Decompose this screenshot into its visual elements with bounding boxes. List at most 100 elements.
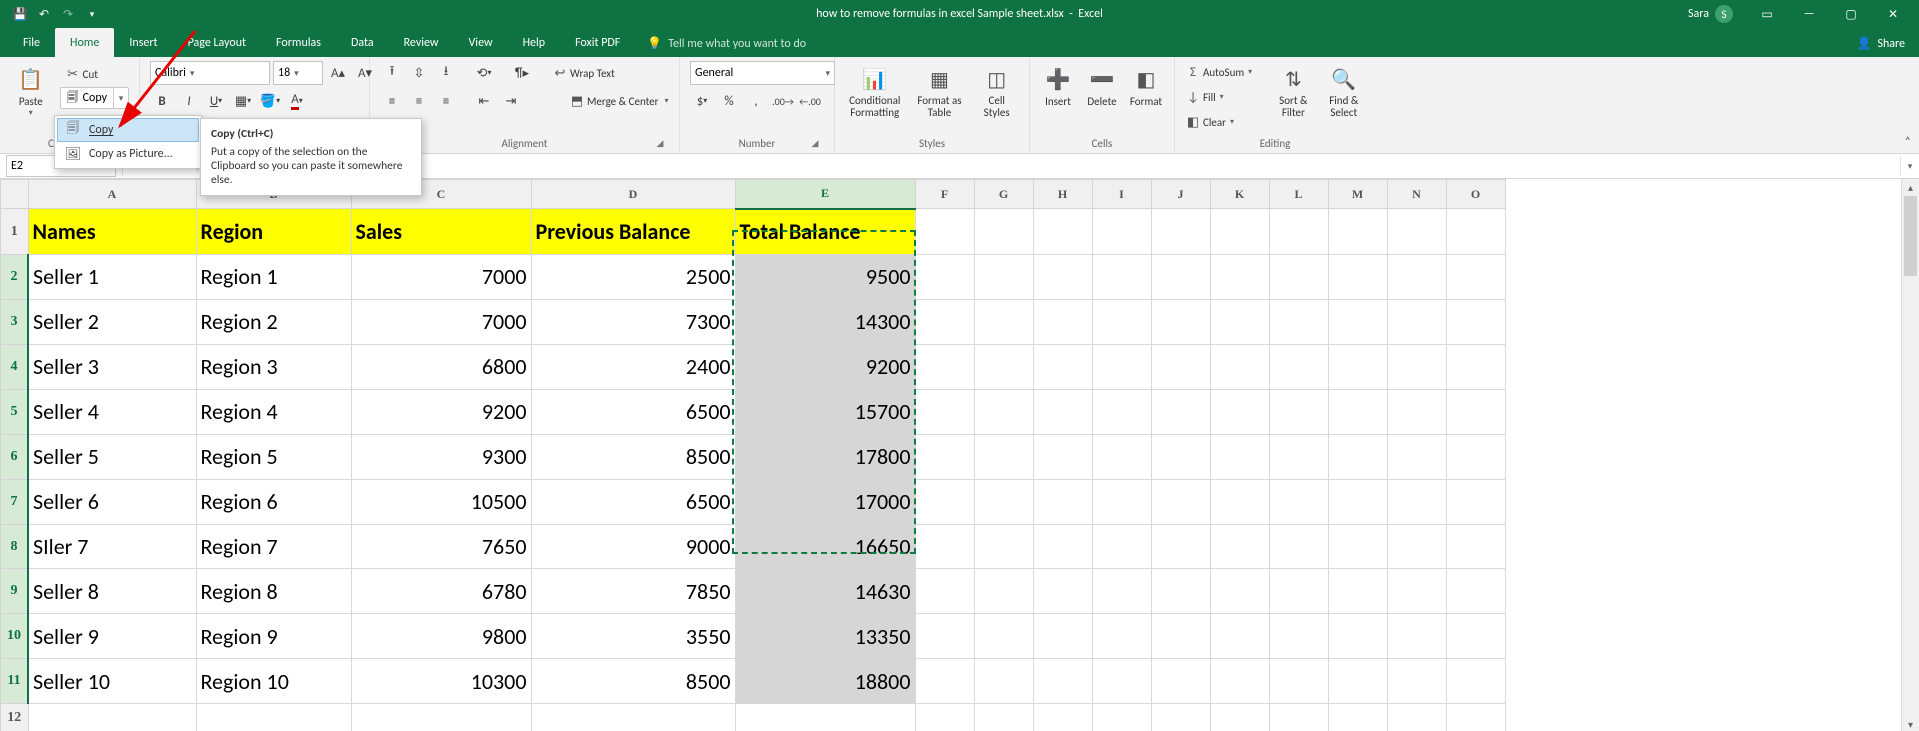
data-cell[interactable]: 6780: [351, 569, 531, 614]
data-cell[interactable]: Region 1: [196, 254, 351, 299]
empty-cell[interactable]: [1210, 569, 1269, 614]
data-cell[interactable]: 14630: [735, 569, 915, 614]
empty-cell[interactable]: [1092, 704, 1151, 731]
empty-cell[interactable]: [974, 659, 1033, 704]
empty-cell[interactable]: [1210, 299, 1269, 344]
empty-cell[interactable]: [1151, 704, 1210, 731]
empty-cell[interactable]: [1446, 209, 1505, 255]
empty-cell[interactable]: [974, 524, 1033, 569]
empty-cell[interactable]: [1446, 569, 1505, 614]
data-cell[interactable]: 16650: [735, 524, 915, 569]
empty-cell[interactable]: [1387, 299, 1446, 344]
save-button[interactable]: 💾: [8, 2, 32, 26]
empty-cell[interactable]: [915, 434, 974, 479]
formula-bar-expand[interactable]: ▾: [1900, 156, 1919, 176]
data-cell[interactable]: Region 9: [196, 614, 351, 659]
empty-cell[interactable]: [1151, 614, 1210, 659]
empty-cell[interactable]: [1092, 209, 1151, 255]
empty-cell[interactable]: [1151, 389, 1210, 434]
increase-indent-button[interactable]: ⇥: [499, 89, 523, 113]
italic-button[interactable]: I: [177, 89, 201, 113]
column-header-D[interactable]: D: [531, 180, 735, 209]
empty-cell[interactable]: [1210, 254, 1269, 299]
empty-cell[interactable]: [1210, 209, 1269, 255]
data-cell[interactable]: 9200: [351, 389, 531, 434]
empty-cell[interactable]: [1151, 299, 1210, 344]
empty-cell[interactable]: [1269, 344, 1328, 389]
empty-cell[interactable]: [1269, 299, 1328, 344]
empty-cell[interactable]: [1210, 704, 1269, 731]
increase-font-button[interactable]: A▴: [326, 61, 350, 85]
data-cell[interactable]: 7850: [531, 569, 735, 614]
empty-cell[interactable]: [1210, 434, 1269, 479]
data-cell[interactable]: 7300: [531, 299, 735, 344]
empty-cell[interactable]: [974, 704, 1033, 731]
data-cell[interactable]: 6800: [351, 344, 531, 389]
empty-cell[interactable]: [1151, 254, 1210, 299]
formula-input[interactable]: [211, 156, 1900, 176]
empty-cell[interactable]: [1269, 479, 1328, 524]
empty-cell[interactable]: [1387, 704, 1446, 731]
empty-cell[interactable]: [1033, 209, 1092, 255]
data-cell[interactable]: 9200: [735, 344, 915, 389]
currency-button[interactable]: $▾: [690, 89, 714, 113]
number-dialog-launcher[interactable]: ◢: [808, 136, 822, 150]
decrease-decimal-button[interactable]: ←.00: [798, 89, 822, 113]
tab-data[interactable]: Data: [336, 28, 389, 57]
data-cell[interactable]: 6500: [531, 389, 735, 434]
align-bottom-button[interactable]: ⭳: [434, 61, 458, 85]
empty-cell[interactable]: [1033, 299, 1092, 344]
empty-cell[interactable]: [1092, 659, 1151, 704]
empty-cell[interactable]: [1269, 569, 1328, 614]
empty-cell[interactable]: [1328, 569, 1387, 614]
data-cell[interactable]: Seller 4: [28, 389, 196, 434]
tab-page-layout[interactable]: Page Layout: [173, 28, 261, 57]
data-cell[interactable]: Seller 6: [28, 479, 196, 524]
data-cell[interactable]: 10300: [351, 659, 531, 704]
underline-button[interactable]: U▾: [204, 89, 228, 113]
column-header-E[interactable]: E: [735, 180, 915, 209]
empty-cell[interactable]: [1151, 569, 1210, 614]
row-header-8[interactable]: 8: [1, 524, 29, 569]
vertical-scrollbar[interactable]: ▴ ▾: [1901, 179, 1919, 731]
conditional-formatting-button[interactable]: 📊 Conditional Formatting: [845, 61, 904, 131]
empty-cell[interactable]: [1269, 524, 1328, 569]
empty-cell[interactable]: [1033, 704, 1092, 731]
empty-cell[interactable]: [1328, 659, 1387, 704]
format-as-table-button[interactable]: ▦ Format as Table: [912, 61, 966, 131]
empty-cell[interactable]: [1210, 524, 1269, 569]
tab-review[interactable]: Review: [389, 28, 454, 57]
empty-cell[interactable]: [1387, 524, 1446, 569]
data-cell[interactable]: 9800: [351, 614, 531, 659]
data-cell[interactable]: 17800: [735, 434, 915, 479]
empty-cell[interactable]: [1446, 434, 1505, 479]
data-cell[interactable]: Region 7: [196, 524, 351, 569]
tab-home[interactable]: Home: [55, 28, 114, 57]
empty-cell[interactable]: [1328, 524, 1387, 569]
align-top-button[interactable]: ⭱: [380, 61, 404, 85]
font-color-button[interactable]: A▾: [285, 89, 309, 113]
empty-cell[interactable]: [1328, 479, 1387, 524]
empty-cell[interactable]: [1151, 524, 1210, 569]
empty-cell[interactable]: [1328, 614, 1387, 659]
empty-cell[interactable]: [1210, 344, 1269, 389]
data-cell[interactable]: SIler 7: [28, 524, 196, 569]
empty-cell[interactable]: [1328, 209, 1387, 255]
paste-button[interactable]: 📋 Paste ▾: [10, 61, 52, 131]
empty-cell[interactable]: [1387, 659, 1446, 704]
data-cell[interactable]: Region 10: [196, 659, 351, 704]
data-cell[interactable]: 7650: [351, 524, 531, 569]
scroll-up-button[interactable]: ▴: [1902, 179, 1919, 196]
empty-cell[interactable]: [974, 299, 1033, 344]
empty-cell[interactable]: [1328, 434, 1387, 479]
data-cell[interactable]: 8500: [531, 434, 735, 479]
data-cell[interactable]: Seller 1: [28, 254, 196, 299]
autosum-button[interactable]: Σ AutoSum ▾: [1185, 61, 1264, 83]
format-cells-button[interactable]: ◧ Format: [1128, 61, 1164, 131]
cut-button[interactable]: ✂ Cut: [60, 61, 129, 87]
insert-cells-button[interactable]: ➕ Insert: [1040, 61, 1076, 131]
tell-me[interactable]: 💡 Tell me what you want to do: [647, 36, 806, 57]
ribbon-display-options[interactable]: ▭: [1747, 0, 1787, 28]
orientation-button[interactable]: ⟲▾: [472, 61, 496, 85]
data-cell[interactable]: 6500: [531, 479, 735, 524]
